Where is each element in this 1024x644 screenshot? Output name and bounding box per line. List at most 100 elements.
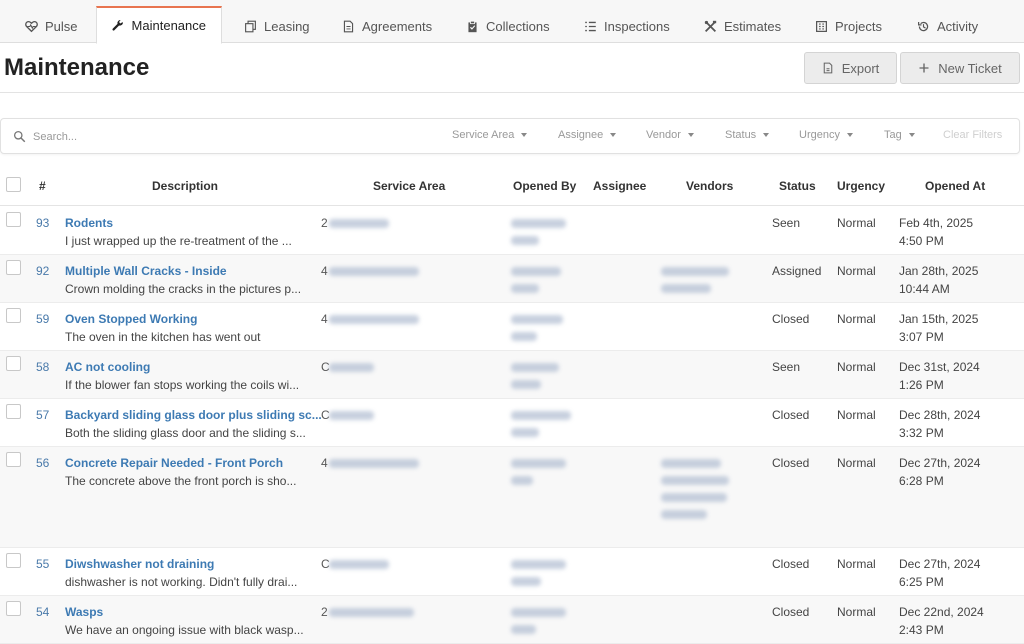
caret-down-icon [521, 133, 528, 137]
table-row[interactable]: 56 Concrete Repair Needed - Front Porch Th… [0, 447, 1024, 548]
ticket-description: The concrete above the front porch is sh… [65, 474, 297, 488]
tab-label: Projects [835, 18, 882, 34]
table-row[interactable]: 54 Wasps We have an ongoing issue with bla… [0, 596, 1024, 644]
urgency-text: Normal [837, 605, 876, 619]
export-button[interactable]: Export [804, 52, 897, 84]
tab-label: Activity [937, 18, 979, 34]
tab-projects[interactable]: Projects [815, 9, 882, 43]
clear-filters-button[interactable]: Clear Filters [943, 129, 1002, 141]
export-label: Export [841, 60, 880, 76]
urgency-text: Normal [837, 312, 876, 326]
urgency-text: Normal [837, 360, 876, 374]
table-row[interactable]: 55 Diwshwasher not draining dishwasher is … [0, 548, 1024, 596]
tab-collections[interactable]: Collections [466, 9, 550, 43]
urgency-text: Normal [837, 456, 876, 470]
status-text: Closed [772, 312, 810, 326]
filter-vendor[interactable]: Vendor [646, 129, 694, 141]
filter-assignee[interactable]: Assignee [558, 129, 617, 141]
ticket-title-link[interactable]: Multiple Wall Cracks - Inside [65, 264, 227, 278]
redacted-vendor [661, 493, 727, 502]
filter-label: Status [725, 129, 757, 141]
column-assignee[interactable]: Assignee [593, 179, 646, 193]
ticket-number[interactable]: 56 [36, 456, 49, 470]
column-description[interactable]: Description [152, 179, 218, 193]
service-area-text: 4 [321, 312, 328, 326]
opened-date: Jan 15th, 2025 [899, 312, 979, 326]
redacted-opened-by [511, 411, 571, 420]
ticket-title-link[interactable]: Diwshwasher not draining [65, 557, 214, 571]
header-divider [0, 92, 1024, 93]
column-service-area[interactable]: Service Area [373, 179, 445, 193]
column-number[interactable]: # [39, 179, 46, 193]
tab-leasing[interactable]: Leasing [244, 9, 310, 43]
opened-time: 4:50 PM [899, 234, 944, 248]
ticket-number[interactable]: 59 [36, 312, 49, 326]
ticket-number[interactable]: 93 [36, 216, 49, 230]
ticket-number[interactable]: 55 [36, 557, 49, 571]
table-row[interactable]: 57 Backyard sliding glass door plus slidi… [0, 399, 1024, 447]
opened-date: Dec 27th, 2024 [899, 456, 981, 470]
ticket-title-link[interactable]: Wasps [65, 605, 103, 619]
tab-label: Agreements [362, 18, 433, 34]
filter-urgency[interactable]: Urgency [799, 129, 853, 141]
select-all-checkbox[interactable] [6, 177, 21, 192]
caret-down-icon [687, 133, 694, 137]
table-row[interactable]: 59 Oven Stopped Working The oven in the ki… [0, 303, 1024, 351]
redacted-opened-by [511, 428, 539, 437]
service-area-text: 2 [321, 605, 328, 619]
row-checkbox[interactable] [6, 212, 21, 227]
table-row[interactable]: 93 Rodents I just wrapped up the re-treatm… [0, 207, 1024, 255]
row-checkbox[interactable] [6, 404, 21, 419]
new-ticket-label: New Ticket [938, 60, 1002, 76]
filter-status[interactable]: Status [725, 129, 770, 141]
tab-maintenance[interactable]: Maintenance [96, 6, 222, 44]
table-row[interactable]: 58 AC not cooling If the blower fan stops … [0, 351, 1024, 399]
column-vendors[interactable]: Vendors [686, 179, 733, 193]
ticket-number[interactable]: 58 [36, 360, 49, 374]
caret-down-icon [908, 133, 915, 137]
tab-agreements[interactable]: Agreements [342, 9, 432, 43]
new-ticket-button[interactable]: New Ticket [900, 52, 1020, 84]
opened-time: 3:07 PM [899, 330, 944, 344]
tab-pulse[interactable]: Pulse [25, 9, 78, 43]
row-checkbox[interactable] [6, 356, 21, 371]
tab-activity[interactable]: Activity [917, 9, 978, 43]
redacted-vendor [661, 510, 707, 519]
tab-estimates[interactable]: Estimates [704, 9, 781, 43]
filter-service-area[interactable]: Service Area [452, 129, 528, 141]
column-status[interactable]: Status [779, 179, 816, 193]
ticket-title-link[interactable]: Oven Stopped Working [65, 312, 197, 326]
tab-inspections[interactable]: Inspections [584, 9, 670, 43]
ticket-title-link[interactable]: AC not cooling [65, 360, 150, 374]
redacted-service-area [329, 459, 419, 468]
filter-label: Urgency [799, 129, 840, 141]
opened-date: Dec 22nd, 2024 [899, 605, 984, 619]
redacted-opened-by [511, 284, 539, 293]
ticket-title-link[interactable]: Rodents [65, 216, 113, 230]
redacted-opened-by [511, 315, 563, 324]
filter-label: Service Area [452, 129, 515, 141]
row-checkbox[interactable] [6, 601, 21, 616]
row-checkbox[interactable] [6, 260, 21, 275]
ticket-title-link[interactable]: Concrete Repair Needed - Front Porch [65, 456, 283, 470]
ticket-number[interactable]: 54 [36, 605, 49, 619]
filter-tag[interactable]: Tag [884, 129, 915, 141]
building-icon [816, 20, 827, 32]
column-opened-at[interactable]: Opened At [925, 179, 985, 193]
redacted-service-area [329, 411, 374, 420]
table-row[interactable]: 92 Multiple Wall Cracks - Inside Crown mol… [0, 255, 1024, 303]
column-opened-by[interactable]: Opened By [513, 179, 576, 193]
ticket-description: I just wrapped up the re-treatment of th… [65, 234, 292, 248]
redacted-opened-by [511, 332, 537, 341]
redacted-service-area [329, 219, 389, 228]
caret-down-icon [610, 133, 617, 137]
redacted-opened-by [511, 219, 566, 228]
ticket-number[interactable]: 92 [36, 264, 49, 278]
row-checkbox[interactable] [6, 308, 21, 323]
ticket-number[interactable]: 57 [36, 408, 49, 422]
search-input[interactable] [31, 126, 331, 148]
column-urgency[interactable]: Urgency [837, 179, 885, 193]
row-checkbox[interactable] [6, 553, 21, 568]
row-checkbox[interactable] [6, 452, 21, 467]
ticket-title-link[interactable]: Backyard sliding glass door plus sliding… [65, 408, 322, 422]
